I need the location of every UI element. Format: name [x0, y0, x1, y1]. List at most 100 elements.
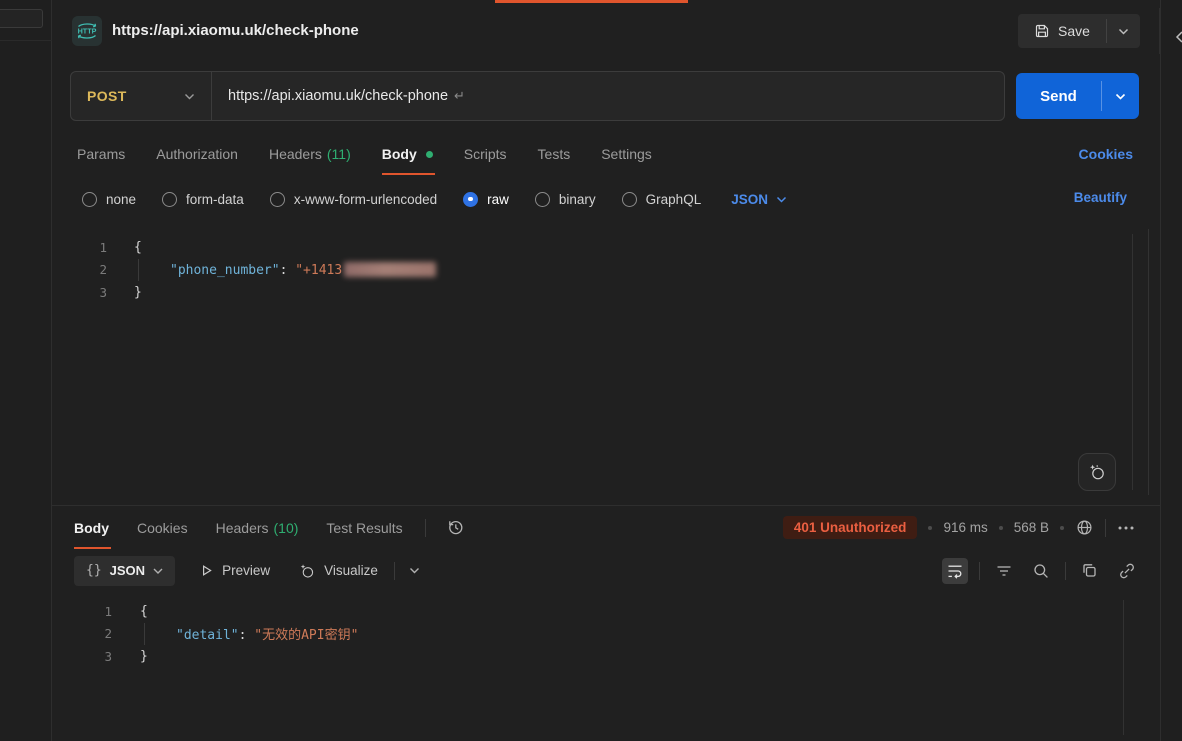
response-tabs-divider [425, 519, 426, 537]
radio-selected-icon [463, 192, 478, 207]
chevron-down-icon [153, 568, 163, 574]
wrap-text-icon[interactable] [942, 558, 968, 584]
line-number: 3 [52, 649, 112, 664]
send-button[interactable]: Send [1016, 73, 1139, 119]
code-line: 2 "phone_number": "+1413 [52, 259, 1160, 282]
response-tab-test-results[interactable]: Test Results [326, 506, 402, 549]
dot-separator-icon [999, 526, 1003, 530]
tab-settings[interactable]: Settings [601, 133, 652, 175]
editor-scrollbar[interactable] [1132, 234, 1133, 490]
svg-text:HTTP: HTTP [78, 27, 97, 36]
line-number: 2 [52, 626, 112, 641]
filter-icon[interactable] [991, 558, 1017, 584]
status-divider [1105, 519, 1106, 537]
send-label: Send [1016, 73, 1101, 119]
save-options-chevron-icon[interactable] [1107, 14, 1140, 48]
response-scrollbar[interactable] [1123, 600, 1124, 735]
save-button[interactable]: Save [1018, 14, 1140, 48]
tab-body[interactable]: Body [382, 133, 433, 175]
toolbar-chevron-icon[interactable] [409, 567, 420, 574]
method-label: POST [87, 88, 127, 104]
url-value: https://api.xiaomu.uk/check-phone [228, 88, 448, 104]
code-line: 3 } [52, 645, 1160, 668]
cookies-link[interactable]: Cookies [1079, 146, 1133, 162]
tab-headers[interactable]: Headers (11) [269, 133, 351, 175]
response-format-dropdown[interactable]: {} JSON [74, 556, 175, 586]
response-toolbar: {} JSON Preview Visualize [74, 555, 1140, 586]
request-url-bar: POST https://api.xiaomu.uk/check-phone ↵ [70, 71, 1005, 121]
json-value: "+1413 [295, 263, 342, 278]
response-time[interactable]: 916 ms [943, 520, 987, 535]
beautify-link[interactable]: Beautify [1074, 190, 1127, 205]
history-icon[interactable] [446, 518, 465, 537]
response-status-bar: 401 Unauthorized 916 ms 568 B [783, 506, 1135, 549]
tab-scripts[interactable]: Scripts [464, 133, 507, 175]
method-selector[interactable]: POST [71, 88, 211, 104]
method-chevron-icon [184, 93, 195, 100]
response-tab-headers[interactable]: Headers (10) [216, 506, 299, 549]
url-input[interactable]: https://api.xiaomu.uk/check-phone ↵ [212, 88, 465, 104]
bodytype-form-data[interactable]: form-data [162, 192, 244, 207]
main-panel: HTTP https://api.xiaomu.uk/check-phone S… [52, 0, 1160, 741]
code-line: 2 "detail": "无效的API密钥" [52, 623, 1160, 646]
bodytype-graphql[interactable]: GraphQL [622, 192, 702, 207]
sparkle-circle-icon [298, 562, 316, 580]
indent-guide [138, 259, 139, 282]
response-tools [942, 558, 1140, 584]
response-headers-count-badge: (10) [274, 520, 299, 536]
send-options-chevron-icon[interactable] [1102, 73, 1139, 119]
tools-divider [979, 562, 980, 580]
response-body-editor[interactable]: 1 { 2 "detail": "无效的API密钥" 3 } [52, 597, 1160, 741]
chevron-down-icon [776, 196, 787, 203]
active-tab-indicator [495, 0, 688, 3]
dot-separator-icon [928, 526, 932, 530]
tab-authorization[interactable]: Authorization [156, 133, 238, 175]
response-tab-cookies[interactable]: Cookies [137, 506, 188, 549]
bodytype-binary[interactable]: binary [535, 192, 596, 207]
toolbar-divider [394, 562, 395, 580]
save-label: Save [1058, 23, 1090, 39]
right-rail [1160, 0, 1182, 741]
indent-guide [144, 623, 145, 646]
response-tab-body[interactable]: Body [74, 506, 109, 549]
left-sidebar [0, 0, 52, 741]
bodytype-raw[interactable]: raw [463, 192, 509, 207]
search-icon[interactable] [1028, 558, 1054, 584]
tab-tests[interactable]: Tests [538, 133, 571, 175]
collapse-panel-icon[interactable] [1173, 30, 1182, 44]
tab-params[interactable]: Params [77, 133, 125, 175]
braces-icon: {} [86, 563, 102, 578]
http-request-icon: HTTP [72, 16, 102, 46]
code-line: 1 { [52, 236, 1160, 259]
return-symbol-icon: ↵ [454, 88, 465, 103]
request-tabs: Params Authorization Headers (11) Body S… [77, 133, 652, 175]
app-window: HTTP https://api.xiaomu.uk/check-phone S… [0, 0, 1182, 741]
bodytype-none[interactable]: none [82, 192, 136, 207]
visualize-button[interactable]: Visualize [298, 562, 378, 580]
response-tabs: Body Cookies Headers (10) Test Results [74, 506, 465, 549]
copy-icon[interactable] [1077, 558, 1103, 584]
radio-icon [82, 192, 97, 207]
network-globe-icon[interactable] [1075, 518, 1094, 537]
bodytype-urlencoded[interactable]: x-www-form-urlencoded [270, 192, 437, 207]
link-icon[interactable] [1114, 558, 1140, 584]
response-size[interactable]: 568 B [1014, 520, 1049, 535]
request-body-editor[interactable]: 1 { 2 "phone_number": "+1413 3 } [52, 226, 1160, 505]
sidebar-divider [0, 40, 52, 41]
status-badge[interactable]: 401 Unauthorized [783, 516, 918, 539]
preview-button[interactable]: Preview [199, 563, 270, 578]
body-type-row: none form-data x-www-form-urlencoded raw… [82, 184, 787, 214]
postbot-visualize-button[interactable] [1078, 453, 1116, 491]
line-number: 1 [52, 604, 112, 619]
more-options-icon[interactable] [1117, 525, 1135, 531]
json-key: "phone_number" [170, 263, 280, 278]
tools-divider [1065, 562, 1066, 580]
radio-icon [535, 192, 550, 207]
sidebar-tab-stub[interactable] [0, 9, 43, 28]
radio-icon [270, 192, 285, 207]
json-value: "无效的API密钥" [254, 628, 358, 643]
radio-icon [622, 192, 637, 207]
raw-format-dropdown[interactable]: JSON [731, 192, 787, 207]
line-number: 2 [52, 262, 107, 277]
json-key: "detail" [176, 628, 239, 643]
